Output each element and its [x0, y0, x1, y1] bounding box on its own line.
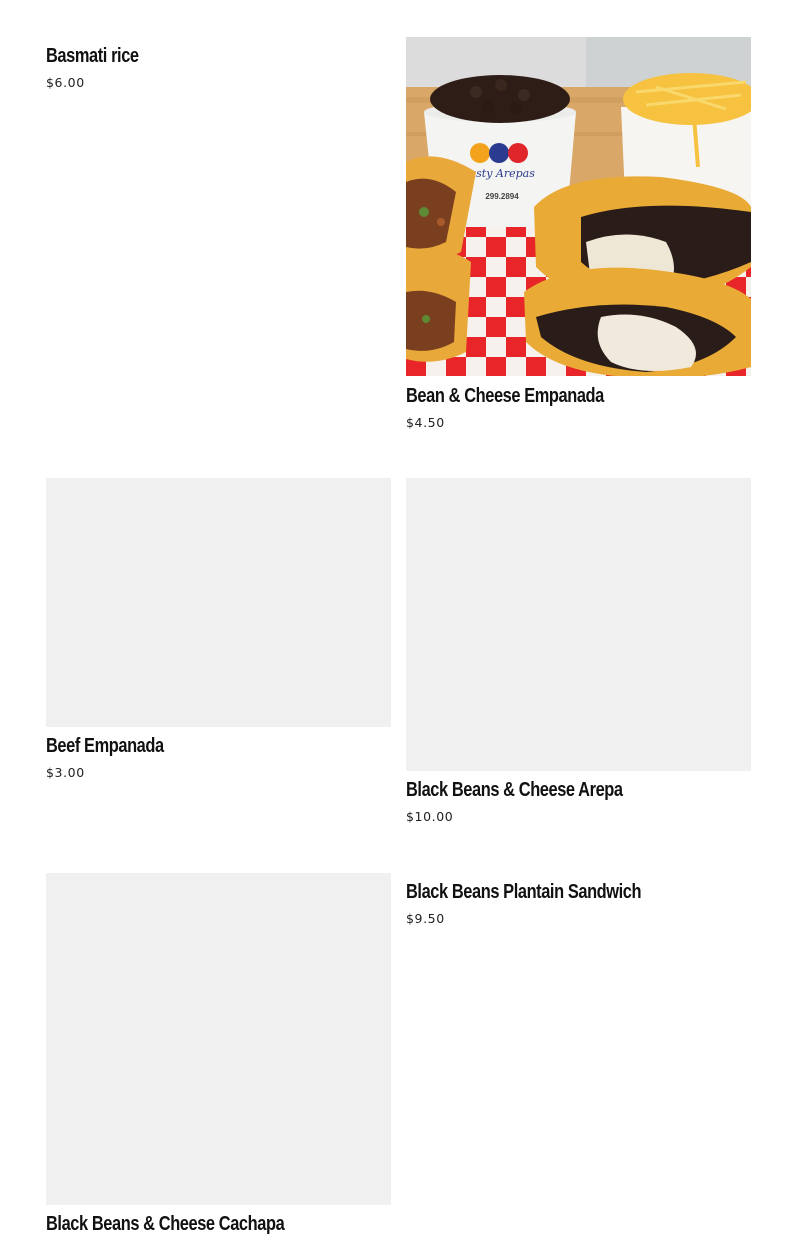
product-price: $6.00 [46, 75, 85, 90]
product-price: $9.50 [406, 911, 445, 926]
product-name[interactable]: Black Beans & Cheese Cachapa [46, 1212, 329, 1236]
product-card-bean-cheese-empanada[interactable]: Tasty Arepas 299.2894 Bean & Cheese Empa… [406, 37, 751, 431]
product-name[interactable]: Black Beans Plantain Sandwich [406, 880, 689, 904]
product-image[interactable]: Tasty Arepas 299.2894 [406, 37, 751, 376]
empanada-photo: Tasty Arepas 299.2894 [406, 37, 751, 376]
product-card-beef-empanada[interactable]: Beef Empanada $3.00 [46, 478, 391, 781]
product-image-placeholder[interactable] [406, 478, 751, 771]
product-name[interactable]: Beef Empanada [46, 734, 329, 758]
product-price: $10.00 [406, 809, 454, 824]
product-card-basmati-rice[interactable]: Basmati rice $6.00 [46, 44, 391, 91]
product-image-placeholder[interactable] [46, 478, 391, 727]
product-image-placeholder[interactable] [46, 873, 391, 1205]
product-price: $3.00 [46, 765, 85, 780]
product-card-black-beans-cheese-arepa[interactable]: Black Beans & Cheese Arepa $10.00 [406, 478, 751, 825]
product-name[interactable]: Black Beans & Cheese Arepa [406, 778, 689, 802]
product-card-black-beans-cheese-cachapa[interactable]: Black Beans & Cheese Cachapa [46, 873, 391, 1236]
product-card-black-beans-plantain-sandwich[interactable]: Black Beans Plantain Sandwich $9.50 [406, 880, 751, 927]
logo-phone: 299.2894 [485, 192, 519, 201]
product-price: $4.50 [406, 415, 445, 430]
product-name[interactable]: Basmati rice [46, 44, 329, 68]
product-name[interactable]: Bean & Cheese Empanada [406, 384, 689, 408]
